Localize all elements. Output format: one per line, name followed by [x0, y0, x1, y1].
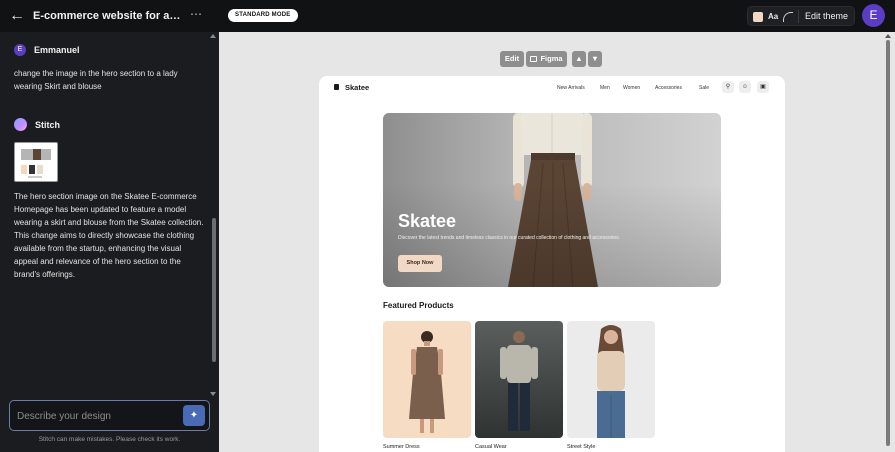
nav-link-new-arrivals[interactable]: New Arrivals	[557, 85, 585, 91]
scroll-up-arrow-icon[interactable]	[210, 34, 216, 38]
cart-icon[interactable]: ▣	[757, 81, 769, 93]
thumbnail-caption	[28, 176, 42, 178]
thumbnail-product	[21, 165, 27, 174]
featured-products-title: Featured Products	[383, 301, 454, 310]
figma-label: Figma	[540, 54, 563, 63]
chat-panel: E Emmanuel change the image in the hero …	[0, 32, 219, 452]
back-arrow-icon[interactable]: ←	[8, 7, 26, 25]
prompt-input[interactable]	[17, 409, 182, 424]
brand-logo-icon	[334, 84, 339, 90]
mode-badge[interactable]: STANDARD MODE	[228, 9, 298, 22]
canvas-scrollbar[interactable]	[886, 40, 890, 446]
divider	[798, 10, 799, 23]
disclaimer-text: Stitch can make mistakes. Please check i…	[38, 436, 181, 443]
thumbnail-product	[29, 165, 35, 174]
summer-dress-image	[409, 331, 445, 433]
product-name: Street Style	[567, 444, 596, 450]
theme-controls: Aa Edit theme	[747, 6, 855, 26]
nav-link-accessories[interactable]: Accessories	[655, 85, 682, 91]
casual-wear-image	[500, 331, 538, 431]
thumbnail-product	[37, 165, 43, 174]
website-preview: Skatee New Arrivals Men Women Accessorie…	[319, 76, 785, 452]
project-title[interactable]: E-commerce website for a cloth...	[33, 10, 183, 22]
product-card[interactable]	[383, 321, 471, 438]
hero-subtitle: Discover the latest trends and timeless …	[398, 235, 621, 241]
nav-link-sale[interactable]: Sale	[699, 85, 709, 91]
edit-button[interactable]: Edit	[500, 51, 524, 67]
scroll-down-arrow-icon[interactable]	[210, 392, 216, 396]
stitch-logo-icon	[14, 118, 27, 131]
hero-title: Skatee	[398, 211, 457, 231]
design-canvas[interactable]: Edit Figma ▲ ▼ Skatee New Arrivals Men W…	[219, 32, 895, 452]
thumbnail-figure	[33, 149, 41, 160]
shop-now-button[interactable]: Shop Now	[398, 255, 442, 272]
font-button[interactable]: Aa	[768, 12, 778, 21]
copy-icon	[530, 56, 538, 62]
account-icon[interactable]: ☺	[739, 81, 751, 93]
prompt-input-container: ✦	[9, 400, 210, 431]
message-header: Stitch	[14, 118, 60, 131]
thumbs-up-icon[interactable]: ▲	[572, 51, 586, 67]
product-card[interactable]	[475, 321, 563, 438]
product-card[interactable]	[567, 321, 655, 438]
color-swatch-icon[interactable]	[753, 12, 763, 22]
nav-brand[interactable]: Skatee	[345, 83, 369, 92]
nav-link-women[interactable]: Women	[623, 85, 640, 91]
search-icon[interactable]: ⚲	[722, 81, 734, 93]
chat-scrollbar[interactable]	[212, 218, 216, 362]
generate-wand-button[interactable]: ✦	[183, 405, 205, 426]
assistant-message-text: The hero section image on the Skatee E-c…	[14, 192, 204, 279]
corner-radius-icon[interactable]	[783, 12, 793, 22]
user-message-text: change the image in the hero section to …	[14, 69, 178, 91]
canvas-scroll-up-icon[interactable]	[885, 34, 891, 38]
product-name: Casual Wear	[475, 444, 507, 450]
user-avatar[interactable]: E	[862, 4, 885, 27]
message-author: Stitch	[35, 119, 61, 130]
user-avatar-small: E	[14, 44, 26, 56]
edit-theme-button[interactable]: Edit theme	[805, 11, 848, 21]
message-author: Emmanuel	[34, 45, 80, 55]
top-bar: ← E-commerce website for a cloth... ⋯ ST…	[0, 0, 895, 32]
thumbs-down-icon[interactable]: ▼	[588, 51, 602, 67]
product-name: Summer Dress	[383, 444, 420, 450]
message-header: E Emmanuel	[14, 44, 80, 56]
hero-section: Skatee Discover the latest trends and ti…	[383, 113, 721, 287]
figma-button[interactable]: Figma	[526, 51, 567, 67]
nav-link-men[interactable]: Men	[600, 85, 610, 91]
more-options-icon[interactable]: ⋯	[190, 7, 203, 21]
design-thumbnail[interactable]	[14, 142, 58, 182]
street-style-image	[597, 325, 625, 438]
